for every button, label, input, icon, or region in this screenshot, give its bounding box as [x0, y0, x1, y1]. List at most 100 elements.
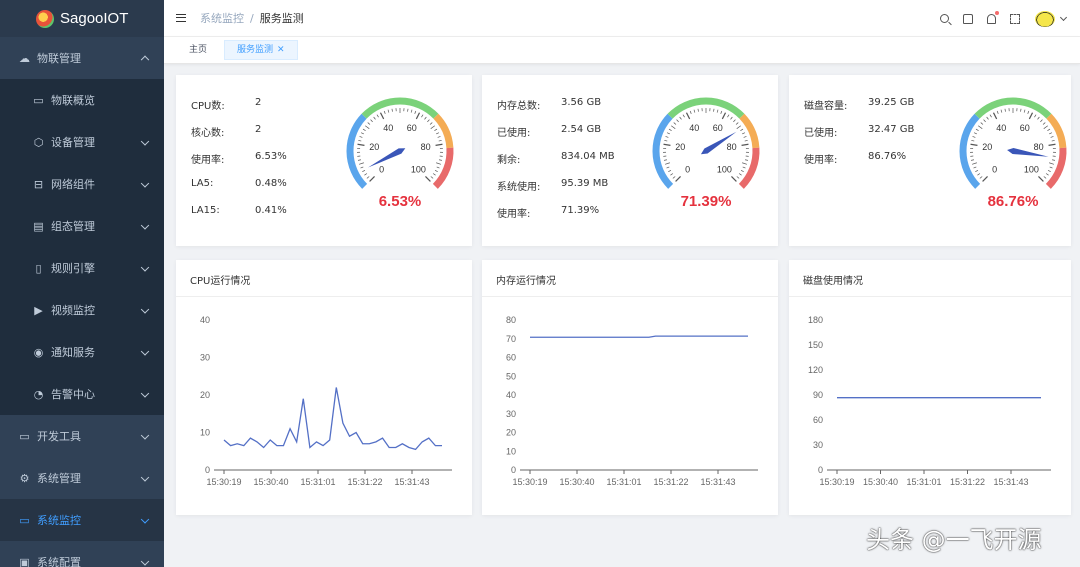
search-icon[interactable] — [940, 14, 949, 23]
chevron-down-icon[interactable] — [1059, 13, 1068, 21]
sidebar-item[interactable]: ▤ 组态管理 — [0, 205, 164, 247]
gauge-tick — [975, 169, 979, 173]
chart-title: 内存运行情况 — [496, 276, 556, 287]
theme-icon[interactable] — [963, 13, 973, 24]
logo-icon — [36, 9, 54, 28]
chevron-down-icon[interactable] — [140, 305, 150, 314]
chevron-up-icon[interactable] — [140, 55, 150, 65]
gauge-tick — [1042, 122, 1046, 125]
sidebar-item-label: 系统配置 — [37, 556, 81, 567]
tab-home[interactable]: 主页 — [176, 40, 220, 60]
gauge-tick-label: 80 — [727, 142, 737, 152]
chevron-down-icon[interactable] — [140, 179, 150, 188]
sidebar-item-label: 设备管理 — [51, 136, 95, 149]
gauge-tick-label: 40 — [996, 123, 1006, 133]
hamburger-icon[interactable] — [176, 14, 186, 22]
sidebar-item[interactable]: ▶ 视频监控 — [0, 289, 164, 331]
chevron-down-icon[interactable] — [140, 515, 150, 524]
gauge-tick-label: 80 — [1034, 142, 1044, 152]
stat-label: 已使用: — [497, 128, 531, 139]
gear-icon: ⚙ — [19, 471, 30, 485]
x-tick-label: 15:31:43 — [394, 477, 429, 487]
stat-label: 使用率: — [497, 209, 531, 220]
gauge-tick — [675, 176, 681, 182]
gauge-tick — [362, 128, 366, 131]
gauge-tick — [713, 108, 715, 112]
sidebar-item[interactable]: ⬡ 设备管理 — [0, 121, 164, 163]
fullscreen-icon[interactable] — [1010, 13, 1020, 24]
app-logo[interactable]: SagooIOT — [0, 0, 164, 37]
stat-label: 使用率: — [191, 155, 225, 166]
y-tick-label: 10 — [200, 428, 210, 438]
gauge-tick — [982, 176, 988, 182]
gauge-tick — [731, 176, 737, 182]
rule-icon: ▯ — [35, 261, 42, 275]
config-icon: ▣ — [19, 555, 30, 567]
gauge-tick — [1027, 110, 1030, 114]
dashboard-icon: ▤ — [33, 219, 44, 233]
gauge-tick — [970, 143, 978, 146]
avatar[interactable] — [1035, 10, 1055, 27]
sidebar-item[interactable]: ▣ 系统配置 — [0, 541, 164, 567]
breadcrumb-item-monitor[interactable]: 系统监控 — [200, 12, 244, 25]
video-icon: ▶ — [34, 303, 43, 317]
sidebar-item[interactable]: ▭ 开发工具 — [0, 415, 164, 457]
gauge-value-label: 71.39% — [681, 193, 732, 210]
cpu-chart-card: CPU运行情况 0 10 20 30 40 15:30:19 15:30:40 15:31:0… — [176, 260, 472, 515]
gauge-tick — [1047, 128, 1051, 131]
gauge-tick — [1045, 173, 1049, 176]
stat-label: 核心数: — [191, 128, 225, 139]
sidebar-item-label: 组态管理 — [51, 220, 95, 233]
gauge-tick — [438, 159, 443, 161]
gauge-tick — [1037, 116, 1040, 120]
tab-service-monitor[interactable]: 服务监测 ✕ — [224, 40, 298, 60]
usage-gauge: 0 20 40 60 80 100 6.53% — [346, 97, 454, 210]
y-tick-label: 70 — [506, 334, 516, 344]
gauge-tick — [671, 125, 676, 129]
gauge-tick — [682, 114, 685, 118]
sidebar-item[interactable]: ◉ 通知服务 — [0, 331, 164, 373]
stat-value: 3.56 GB — [561, 97, 602, 108]
sidebar-item[interactable]: ☁ 物联管理 — [0, 37, 164, 79]
gauge-tick-label: 40 — [689, 123, 699, 133]
sidebar-item[interactable]: ⚙ 系统管理 — [0, 457, 164, 499]
gauge-tick — [1038, 176, 1044, 182]
gauge-tick — [972, 136, 976, 138]
sidebar-item[interactable]: ▯ 规则引擎 — [0, 247, 164, 289]
gauge-tick-label: 20 — [675, 142, 685, 152]
chevron-down-icon[interactable] — [140, 347, 150, 356]
gauge-tick — [666, 166, 670, 169]
gauge-tick — [435, 143, 443, 146]
y-tick-label: 30 — [506, 409, 516, 419]
gauge-tick — [973, 166, 977, 169]
bell-icon[interactable] — [987, 10, 999, 24]
divider — [176, 296, 472, 297]
y-tick-label: 30 — [813, 440, 823, 450]
chevron-down-icon[interactable] — [140, 557, 150, 566]
monitor-icon: ▭ — [33, 93, 44, 107]
breadcrumb-item-current: 服务监测 — [259, 12, 304, 25]
stat-value: 32.47 GB — [868, 124, 915, 135]
close-icon[interactable]: ✕ — [277, 45, 285, 55]
chevron-down-icon[interactable] — [140, 221, 150, 230]
line-chart: 0 30 60 90 120 150 180 15:30:19 15:30:40 15:31:01… — [808, 315, 1051, 487]
gauge-tick — [421, 114, 424, 118]
y-tick-label: 30 — [200, 353, 210, 363]
gauge-tick — [980, 122, 984, 125]
gauge-tick — [743, 136, 747, 138]
chevron-down-icon[interactable] — [140, 473, 150, 482]
gauge-tick — [373, 116, 376, 120]
gauge-tick — [432, 173, 436, 176]
sidebar-item-label: 网络组件 — [51, 178, 95, 191]
sidebar-item[interactable]: ◔ 告警中心 — [0, 373, 164, 415]
sidebar-item[interactable]: ▭ 物联概览 — [0, 79, 164, 121]
stat-value: 2 — [255, 124, 262, 135]
chevron-down-icon[interactable] — [140, 263, 150, 272]
gauge-tick-label: 100 — [1024, 164, 1039, 174]
chevron-down-icon[interactable] — [140, 389, 150, 398]
sidebar-item[interactable]: ⊟ 网络组件 — [0, 163, 164, 205]
chevron-down-icon[interactable] — [140, 431, 150, 440]
chevron-down-icon[interactable] — [140, 137, 150, 146]
sidebar-item[interactable]: ▭ 系统监控 — [0, 499, 164, 541]
line-chart: 0 10 20 30 40 15:30:19 15:30:40 15:31:01 15:31:2… — [200, 315, 452, 487]
